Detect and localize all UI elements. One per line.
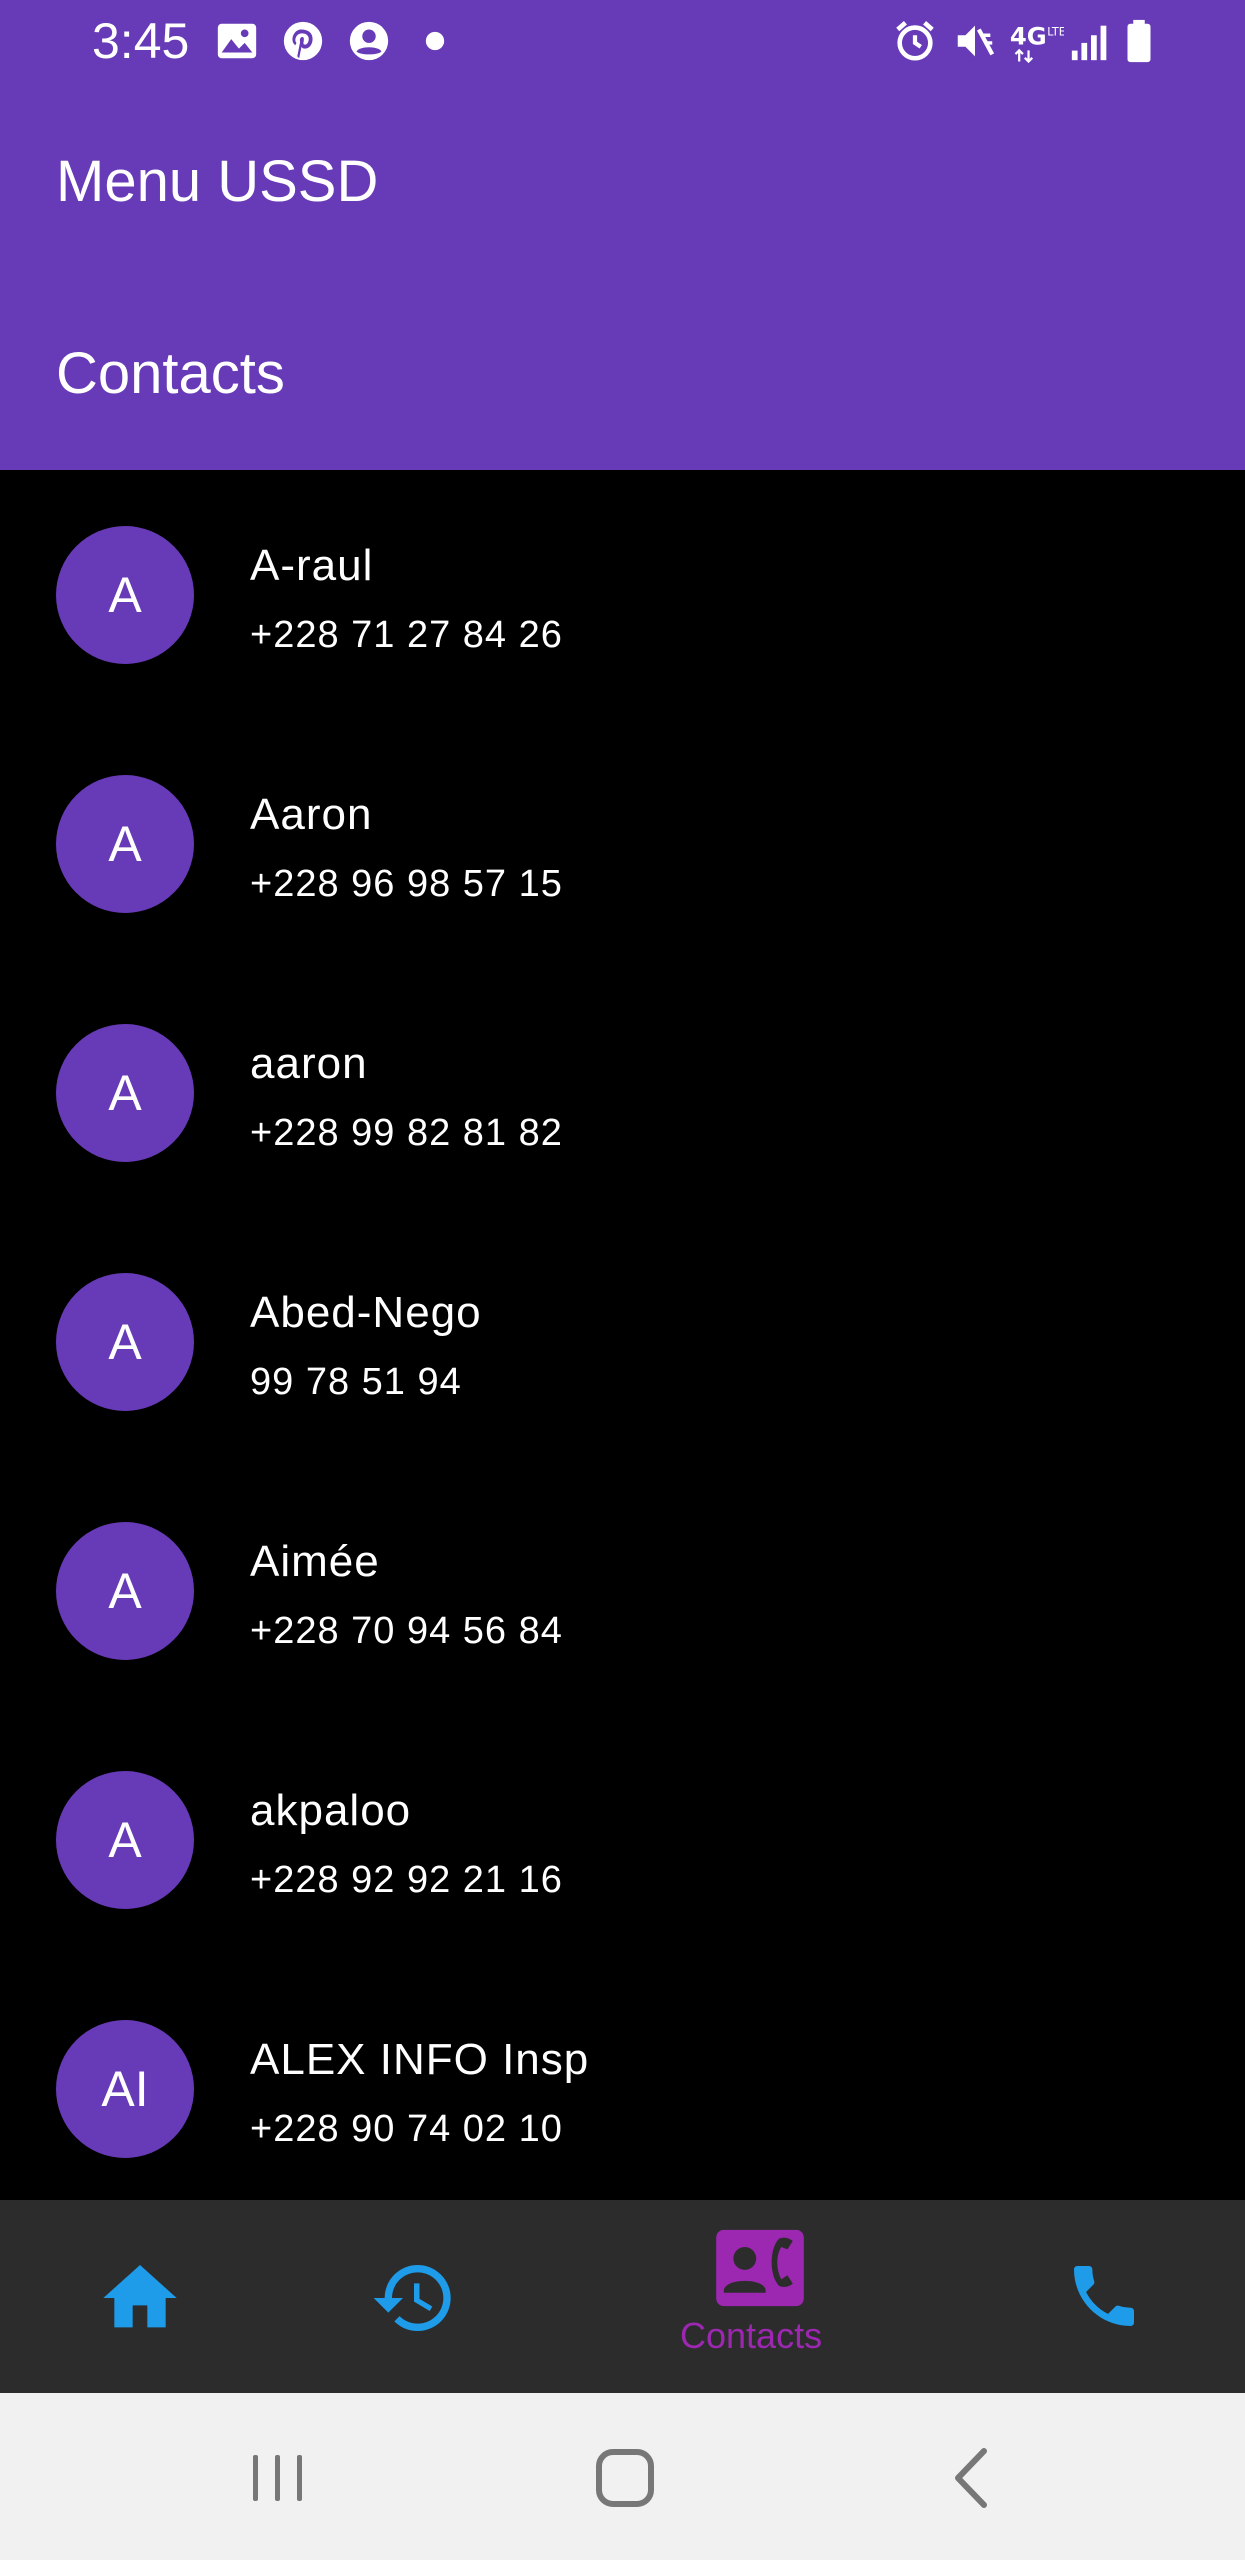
- contact-phone: +228 96 98 57 15: [250, 863, 563, 905]
- contact-phone: +228 92 92 21 16: [250, 1859, 563, 1901]
- section-title: Contacts: [56, 341, 285, 406]
- system-navigation-bar: [0, 2393, 1245, 2560]
- svg-text:4G: 4G: [1010, 22, 1047, 51]
- recents-icon[interactable]: [248, 2443, 308, 2513]
- contact-list-item[interactable]: A Aimée +228 70 94 56 84: [0, 1466, 1245, 1715]
- nav-phone[interactable]: [1026, 2200, 1186, 2393]
- contact-avatar: A: [56, 1024, 194, 1162]
- contact-avatar: A: [56, 1771, 194, 1909]
- dot-icon: [424, 18, 446, 64]
- gallery-icon: [214, 18, 260, 64]
- contact-name: Abed-Nego: [250, 1288, 482, 1337]
- app-bar: Menu USSD Contacts: [0, 82, 1245, 470]
- app-title: Menu USSD: [56, 149, 379, 214]
- signal-icon: [1068, 18, 1114, 64]
- status-bar: 3:45 4G LTE: [0, 0, 1245, 82]
- nav-history[interactable]: [334, 2200, 494, 2393]
- contact-list-item[interactable]: A Abed-Nego 99 78 51 94: [0, 1217, 1245, 1466]
- status-time: 3:45: [92, 13, 190, 69]
- contact-list[interactable]: A A-raul +228 71 27 84 26 A Aaron +228 9…: [0, 470, 1245, 2200]
- contact-avatar: A: [56, 1522, 194, 1660]
- contact-name: Aimée: [250, 1537, 380, 1586]
- pinterest-icon: [280, 18, 326, 64]
- svg-text:LTE: LTE: [1047, 25, 1064, 38]
- back-icon[interactable]: [946, 2443, 996, 2513]
- alarm-icon: [892, 18, 938, 64]
- contact-list-item[interactable]: A Aaron +228 96 98 57 15: [0, 719, 1245, 968]
- history-icon: [370, 2254, 458, 2342]
- 4g-lte-icon: 4G LTE: [1008, 18, 1064, 64]
- contact-avatar: A: [56, 1273, 194, 1411]
- home-button-icon[interactable]: [590, 2443, 660, 2513]
- nav-home[interactable]: [60, 2200, 220, 2393]
- contact-avatar: A: [56, 775, 194, 913]
- nav-contacts[interactable]: Contacts: [650, 2200, 870, 2393]
- contact-phone: +228 70 94 56 84: [250, 1610, 563, 1652]
- app-screen: 3:45 4G LTE Menu USSD Contacts A A-raul …: [0, 0, 1245, 2560]
- vibrate-mute-icon: [952, 18, 998, 64]
- contact-avatar: AI: [56, 2020, 194, 2158]
- contacts-icon: [714, 2228, 806, 2308]
- phone-icon: [1064, 2256, 1144, 2336]
- contact-name: ALEX INFO Insp: [250, 2035, 590, 2084]
- contact-name: A-raul: [250, 541, 374, 590]
- contact-list-item[interactable]: A aaron +228 99 82 81 82: [0, 968, 1245, 1217]
- contact-avatar: A: [56, 526, 194, 664]
- contact-phone: +228 90 74 02 10: [250, 2108, 563, 2150]
- nav-contacts-label: Contacts: [680, 2315, 823, 2356]
- bottom-navigation: Contacts: [0, 2200, 1245, 2393]
- contact-phone: 99 78 51 94: [250, 1361, 462, 1403]
- contact-name: akpaloo: [250, 1786, 412, 1835]
- contact-list-item[interactable]: AI ALEX INFO Insp +228 90 74 02 10: [0, 1964, 1245, 2200]
- contact-phone: +228 71 27 84 26: [250, 614, 563, 656]
- contact-name: Aaron: [250, 790, 373, 839]
- contact-phone: +228 99 82 81 82: [250, 1112, 563, 1154]
- contact-list-item[interactable]: A akpaloo +228 92 92 21 16: [0, 1715, 1245, 1964]
- contact-list-item[interactable]: A A-raul +228 71 27 84 26: [0, 470, 1245, 719]
- account-icon: [346, 18, 392, 64]
- home-icon: [96, 2254, 184, 2342]
- contact-name: aaron: [250, 1039, 368, 1088]
- battery-icon: [1124, 18, 1154, 64]
